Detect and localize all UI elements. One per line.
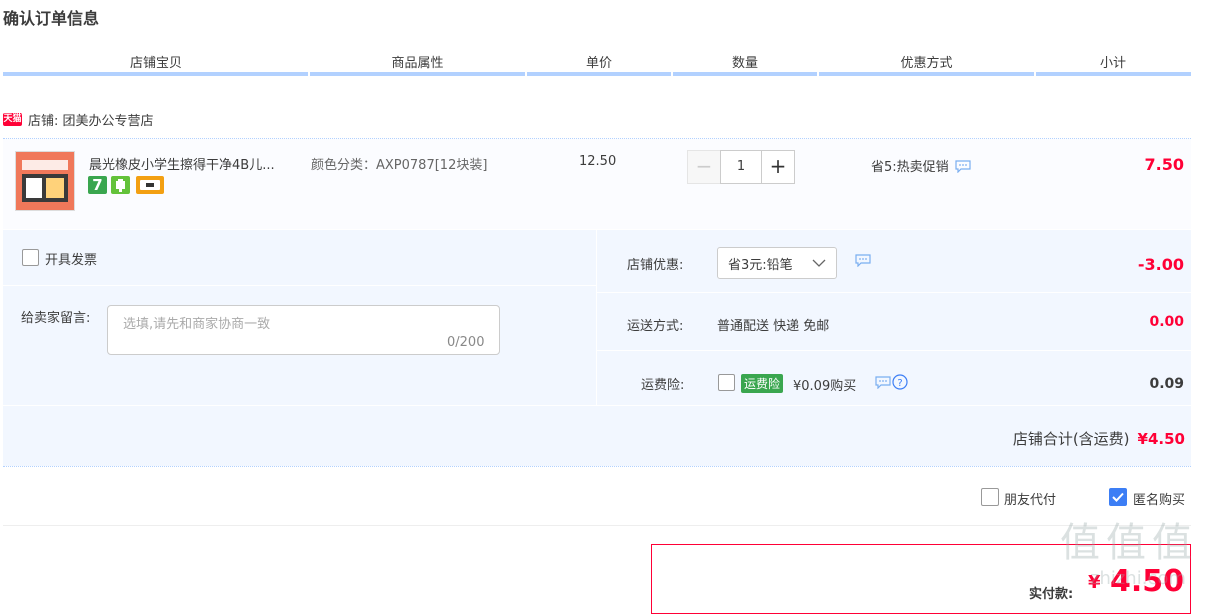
seven-day-return-icon[interactable]: 7 [88,176,107,194]
divider [3,466,1191,467]
shop-total-label: 店铺合计(含运费) [1012,430,1130,448]
insurance-value: 0.09 [1149,376,1184,392]
column-header-item: 店铺宝贝 [129,56,182,71]
shop-row: 天猫 店铺: 团美办公专营店 [3,108,154,130]
column-bar [819,72,1034,76]
shop-discount-select[interactable]: 省3元:铅笔 [717,247,837,279]
column-bar [3,72,308,76]
divider [3,405,1191,406]
tmall-icon: 天猫 [3,112,22,126]
shop-discount-label: 店铺优惠: [627,258,684,273]
quantity-input[interactable]: 1 [720,150,762,184]
shop-total-value: ¥4.50 [1137,430,1185,448]
insurance-label: 运费险: [641,378,685,393]
svg-text:?: ? [897,378,902,389]
column-bar [527,72,671,76]
divider [597,350,1191,351]
divider [596,230,597,405]
message-icon[interactable] [955,159,971,173]
product-title-link[interactable]: 晨光橡皮小学生擦得干净4B儿... [89,154,299,173]
shop-discount-value: -3.00 [1137,255,1184,274]
invoice-label: 开具发票 [45,253,98,268]
chevron-down-icon [812,257,826,272]
message-icon[interactable] [875,376,891,393]
quantity-plus-button[interactable]: + [761,150,795,184]
column-bar [673,72,817,76]
item-promotion: 省5:热卖促销 [871,156,971,175]
shipping-method: 普通配送 快递 免邮 [717,319,830,334]
quantity-stepper: − 1 + [687,150,795,184]
protection-icon[interactable] [111,176,130,194]
card-pay-icon[interactable] [136,176,164,194]
shop-discount-selected: 省3元:铅笔 [728,257,793,273]
friend-pay-checkbox[interactable] [981,488,999,506]
shop-total: 店铺合计(含运费) ¥4.50 [900,428,1185,449]
message-icon[interactable] [855,254,871,271]
page-title: 确认订单信息 [3,9,100,28]
insurance-checkbox[interactable] [718,374,735,391]
unit-price: 12.50 [579,154,617,169]
column-header-attribute: 商品属性 [391,56,444,71]
shipping-label: 运送方式: [627,319,684,334]
column-bar [1036,72,1191,76]
product-thumbnail[interactable] [15,151,75,211]
watermark-logo: 值值值 zhizhi.com [1060,520,1192,589]
anonymous-checkbox[interactable] [1109,488,1127,506]
anonymous-label: 匿名购买 [1133,493,1186,508]
shop-name-link[interactable]: 店铺: 团美办公专营店 [28,110,154,129]
memo-char-count: 0/200 [447,335,485,350]
divider [3,285,596,286]
quantity-minus-button[interactable]: − [687,150,721,184]
divider [597,292,1191,293]
column-header-price: 单价 [585,56,612,71]
column-bar [310,72,525,76]
insurance-tag: 运费险 [741,374,784,393]
column-header-subtotal: 小计 [1099,56,1126,71]
memo-placeholder: 选填,请先和商家协商一致 [123,317,271,332]
shipping-value: 0.00 [1149,314,1184,330]
item-row [3,139,1191,229]
column-header-quantity: 数量 [731,56,758,71]
friend-pay-label: 朋友代付 [1004,493,1057,508]
promotion-label: 省5:热卖促销 [871,160,949,175]
product-attribute: 颜色分类：AXP0787[12块装] [311,158,488,173]
column-header-discount: 优惠方式 [900,56,953,71]
divider [3,525,1191,526]
insurance-price: ¥0.09购买 [793,379,857,394]
invoice-checkbox[interactable] [22,249,39,266]
item-subtotal: 7.50 [1144,155,1184,174]
memo-label: 给卖家留言: [21,311,91,326]
help-icon[interactable]: ? [892,374,908,394]
